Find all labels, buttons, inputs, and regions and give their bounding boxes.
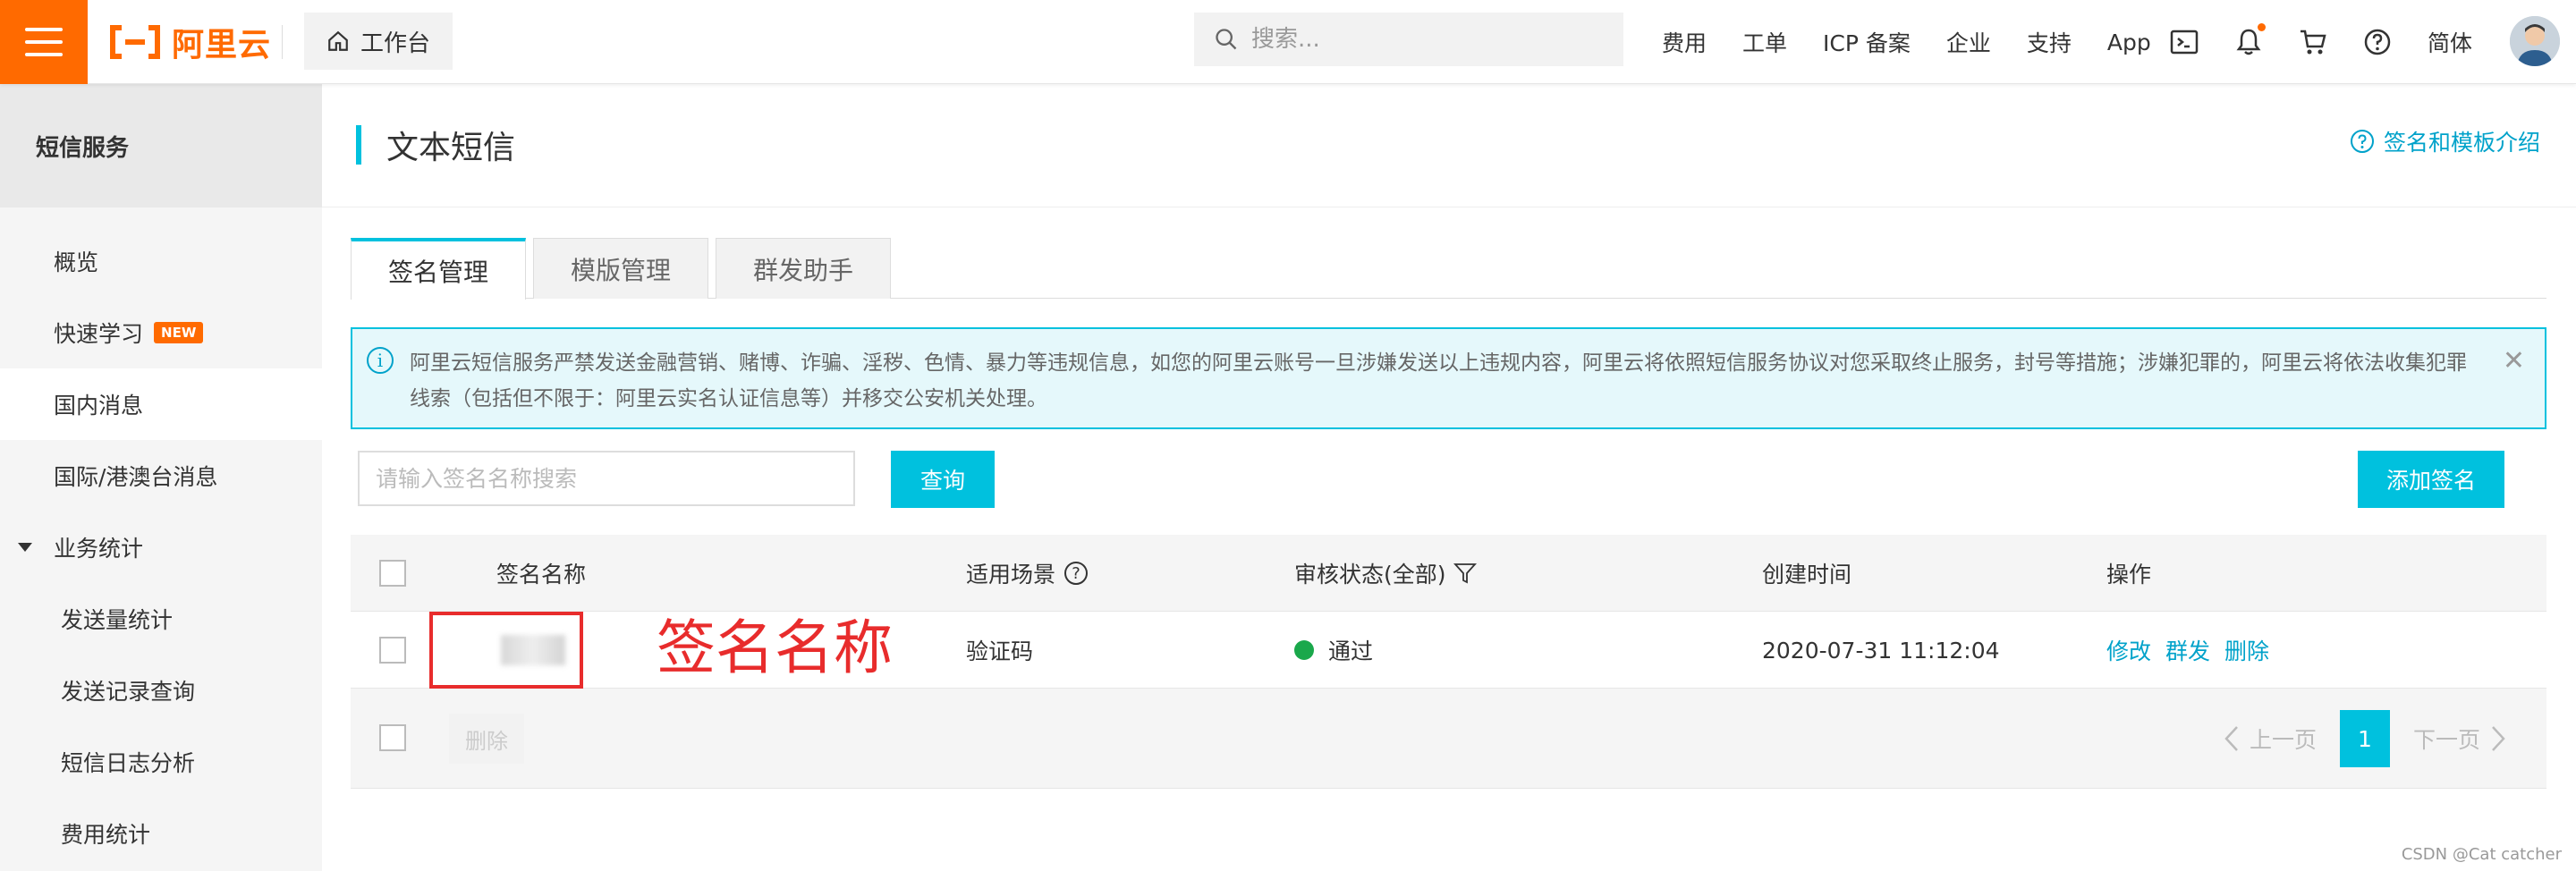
pagination: 上一页 1 下一页 <box>2210 710 2520 767</box>
nav-link-support[interactable]: 支持 <box>2027 26 2072 58</box>
header-sign-name: 签名名称 <box>496 562 587 588</box>
chevron-right-icon <box>2492 726 2505 751</box>
help-icon[interactable] <box>2362 27 2393 57</box>
nav-link-cost[interactable]: 费用 <box>1662 26 1707 58</box>
header-scene-label: 适用场景 <box>966 562 1056 588</box>
footer-select-all-checkbox[interactable] <box>379 724 406 751</box>
sidebar-item-log-analysis[interactable]: 短信日志分析 <box>0 726 322 798</box>
sidebar-item-label: 快速学习 <box>54 321 144 347</box>
logo-divider <box>282 25 283 59</box>
edit-link[interactable]: 修改 <box>2106 634 2151 666</box>
global-search-input[interactable] <box>1251 26 1591 53</box>
row-checkbox[interactable] <box>379 637 406 664</box>
sidebar-item-overview[interactable]: 概览 <box>0 225 322 297</box>
sign-template-help-link[interactable]: 签名和模板介绍 <box>2350 125 2540 157</box>
terminal-icon[interactable] <box>2169 27 2199 57</box>
top-navigation-bar: 阿里云 工作台 费用 工单 ICP 备案 企业 支持 App 简体 <box>0 0 2576 84</box>
aliyun-logo-mark-icon <box>110 25 160 59</box>
aliyun-logo[interactable]: 阿里云 <box>107 20 271 64</box>
top-nav-icons <box>2169 0 2393 84</box>
notice-text: 阿里云短信服务严禁发送金融营销、赌博、诈骗、淫秽、色情、暴力等违规信息，如您的阿… <box>410 351 2467 410</box>
question-circle-icon <box>2350 130 2374 153</box>
sidebar-item-send-volume[interactable]: 发送量统计 <box>0 583 322 655</box>
close-icon[interactable]: ✕ <box>2503 343 2525 379</box>
question-icon[interactable]: ? <box>1064 562 1089 585</box>
sidebar-group-label: 业务统计 <box>54 536 144 562</box>
table-footer: 删除 上一页 1 下一页 <box>351 689 2546 789</box>
bell-icon[interactable] <box>2233 23 2266 57</box>
nav-link-icp[interactable]: ICP 备案 <box>1823 26 1911 58</box>
home-icon <box>328 30 348 51</box>
page-header: 文本短信 签名和模板介绍 <box>322 84 2576 207</box>
query-button[interactable]: 查询 <box>891 451 995 508</box>
tab-bar: 签名管理 模版管理 群发助手 <box>351 238 2546 300</box>
created-time-cell: 2020-07-31 11:12:04 <box>1762 637 2000 664</box>
sidebar-group-stats[interactable]: 业务统计 <box>0 512 322 583</box>
tab-template-management[interactable]: 模版管理 <box>533 238 708 299</box>
tab-sign-management[interactable]: 签名管理 <box>351 238 526 300</box>
menu-icon[interactable] <box>0 0 88 84</box>
workbench-button[interactable]: 工作台 <box>304 13 453 70</box>
next-page-button[interactable]: 下一页 <box>2399 710 2520 767</box>
sidebar-item-cost-stats[interactable]: 费用统计 <box>0 798 322 869</box>
prev-page-label: 上一页 <box>2249 727 2317 753</box>
workbench-label: 工作台 <box>360 30 430 57</box>
chevron-left-icon <box>2224 726 2238 751</box>
sign-name-search-input[interactable] <box>358 451 855 506</box>
compliance-notice: i 阿里云短信服务严禁发送金融营销、赌博、诈骗、淫秽、色情、暴力等违规信息，如您… <box>351 327 2546 429</box>
header-status: 审核状态(全部) <box>1294 535 1477 612</box>
title-accent-bar <box>356 125 361 165</box>
info-icon: i <box>367 347 394 374</box>
header-scene: 适用场景 ? <box>966 535 1089 612</box>
help-link-label: 签名和模板介绍 <box>2383 130 2540 156</box>
sidebar-title: 短信服务 <box>0 84 322 207</box>
sidebar-item-international[interactable]: 国际/港澳台消息 <box>0 440 322 512</box>
prev-page-button[interactable]: 上一页 <box>2210 710 2331 767</box>
sidebar: 短信服务 概览 快速学习 NEW 国内消息 国际/港澳台消息 业务统计 发送量统… <box>0 84 322 871</box>
main-content: 文本短信 签名和模板介绍 签名管理 模版管理 群发助手 i 阿里云短信服务严禁发… <box>322 84 2576 871</box>
status-cell: 通过 <box>1294 612 1373 689</box>
next-page-label: 下一页 <box>2412 727 2480 753</box>
new-badge: NEW <box>154 322 204 343</box>
caret-down-icon <box>18 543 32 552</box>
user-avatar[interactable] <box>2510 16 2560 66</box>
top-nav-links: 费用 工单 ICP 备案 企业 支持 App <box>1662 0 2187 84</box>
batch-delete-button[interactable]: 删除 <box>449 714 524 764</box>
annotation-highlight-box <box>429 612 583 689</box>
language-switch[interactable]: 简体 <box>2428 0 2472 84</box>
add-sign-button[interactable]: 添加签名 <box>2358 451 2504 508</box>
scene-cell: 验证码 <box>966 638 1034 664</box>
sidebar-item-quick-learn[interactable]: 快速学习 NEW <box>0 297 322 368</box>
notification-dot <box>2258 23 2266 31</box>
tab-bulk-send[interactable]: 群发助手 <box>716 238 891 299</box>
header-actions: 操作 <box>2106 562 2152 588</box>
annotation-label: 签名名称 <box>657 613 893 682</box>
bulk-send-link[interactable]: 群发 <box>2165 634 2210 666</box>
header-created: 创建时间 <box>1762 562 1852 588</box>
table-header: 签名名称 适用场景 ? 审核状态(全部) 创建时间 操作 <box>351 535 2546 612</box>
page-title: 文本短信 <box>386 130 516 166</box>
nav-link-app[interactable]: App <box>2107 30 2151 55</box>
global-search[interactable] <box>1194 13 1623 66</box>
sidebar-item-domestic[interactable]: 国内消息 <box>0 368 322 440</box>
brand-name: 阿里云 <box>172 27 272 63</box>
sidebar-item-send-records[interactable]: 发送记录查询 <box>0 655 322 726</box>
nav-link-enterprise[interactable]: 企业 <box>1946 26 1991 58</box>
header-status-label: 审核状态(全部) <box>1294 562 1446 588</box>
status-success-icon <box>1294 640 1314 660</box>
nav-link-ticket[interactable]: 工单 <box>1742 26 1787 58</box>
select-all-checkbox[interactable] <box>379 560 406 587</box>
page-number-1[interactable]: 1 <box>2339 710 2390 767</box>
watermark: CSDN @Cat catcher <box>2401 845 2562 864</box>
delete-link[interactable]: 删除 <box>2224 634 2269 666</box>
status-label: 通过 <box>1328 638 1374 664</box>
actions-cell: 修改 群发 删除 <box>2106 612 2284 689</box>
filter-icon[interactable] <box>1453 562 1477 585</box>
search-icon <box>1216 29 1237 50</box>
cart-icon[interactable] <box>2298 27 2328 57</box>
